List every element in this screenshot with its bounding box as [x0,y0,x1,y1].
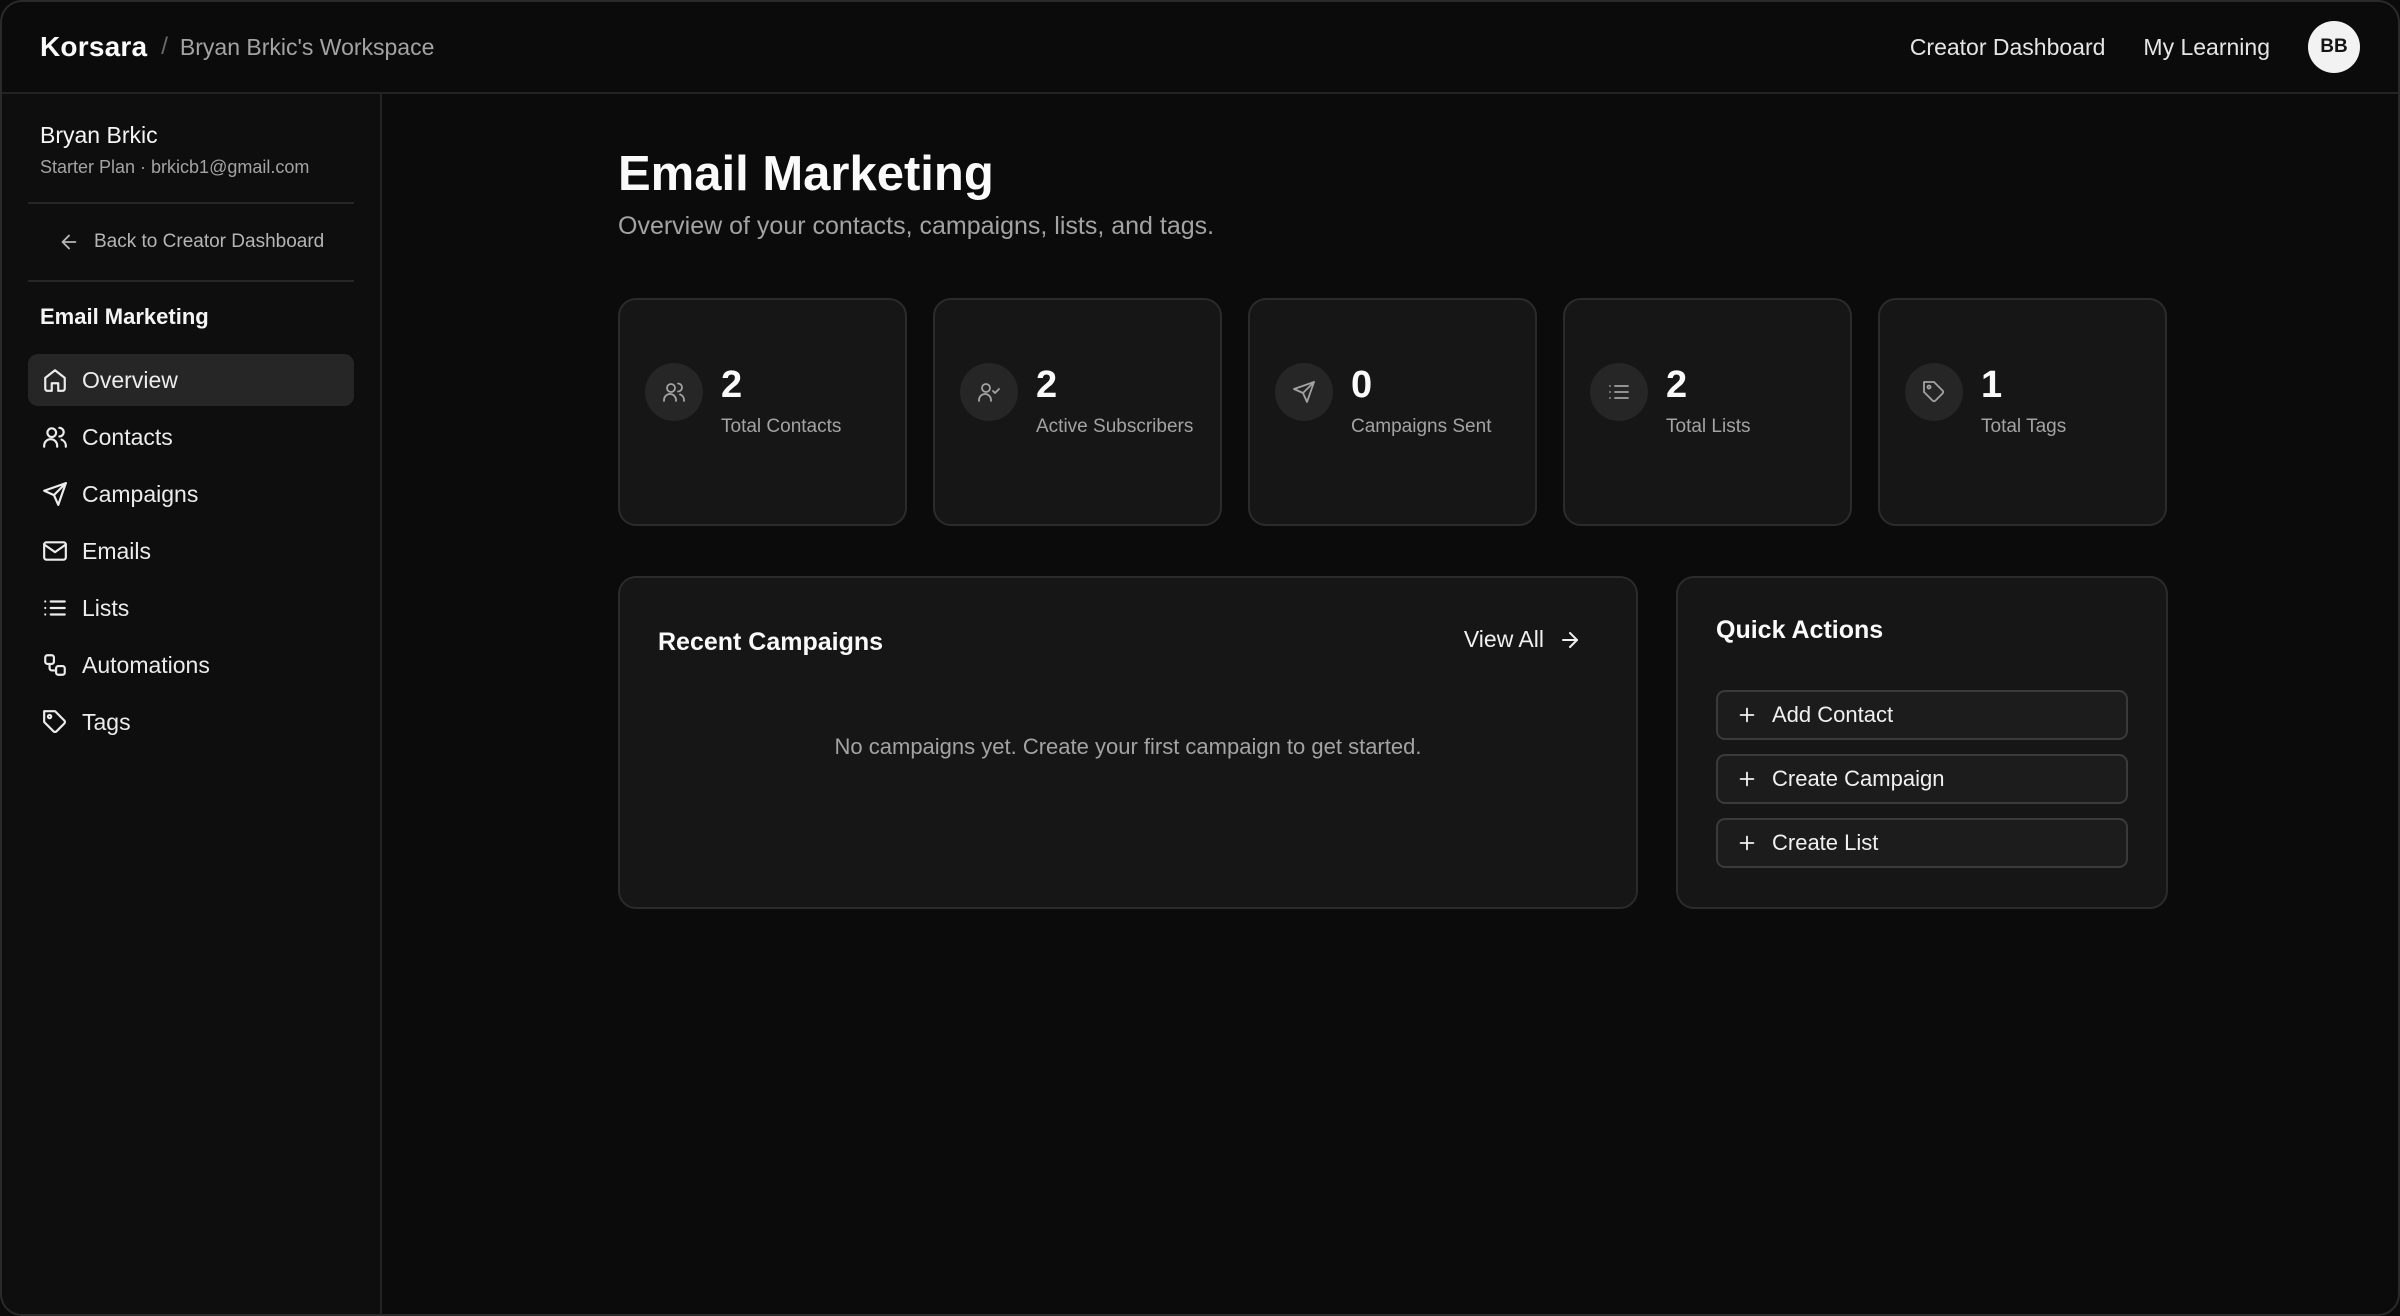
brand-logo[interactable]: Korsara [40,31,147,63]
sidebar-item-label: Overview [82,366,178,393]
stat-label: Total Tags [1981,416,2067,437]
sidebar-item-automations[interactable]: Automations [28,639,354,691]
sidebar-item-tags[interactable]: Tags [28,696,354,748]
arrow-right-icon [1562,631,1578,648]
sidebar-item-emails[interactable]: Emails [28,525,354,577]
stat-label: Total Contacts [721,416,842,437]
sidebar-item-campaigns[interactable]: Campaigns [28,468,354,520]
recent-campaigns-card: Recent Campaigns View All No campaigns y… [618,576,1638,909]
stat-card-active-subscribers: 2 Active Subscribers [933,298,1222,526]
send-icon [1275,363,1333,421]
top-bar: Korsara / Bryan Brkic's Workspace Creato… [2,2,2398,94]
main-content: Email Marketing Overview of your contact… [384,94,2398,1314]
users-icon [645,363,703,421]
sidebar-item-label: Automations [82,651,210,678]
user-plan-email: Starter Plan · brkicb1@gmail.com [40,157,310,177]
quick-actions-list: Add Contact Create Campaign Create List [1716,690,2128,882]
sidebar-item-label: Emails [82,537,152,564]
plus-icon [1739,707,1755,723]
stat-label: Campaigns Sent [1351,416,1492,437]
plus-icon [1739,835,1755,851]
quick-actions-title: Quick Actions [1716,616,1884,644]
add-contact-button[interactable]: Add Contact [1716,690,2128,740]
sidebar-item-overview[interactable]: Overview [28,354,354,406]
stat-value: 1 [1981,364,2003,406]
stat-card-total-tags: 1 Total Tags [1878,298,2167,526]
create-list-button[interactable]: Create List [1716,818,2128,868]
sidebar: Bryan Brkic Starter Plan · brkicb1@gmail… [2,94,382,1314]
home-icon [44,369,66,392]
quick-actions-card: Quick Actions Add Contact Create Campaig… [1676,576,2168,909]
button-label: Create List [1772,830,1879,855]
tag-icon [1905,363,1963,421]
back-link-label: Back to Creator Dashboard [94,231,325,252]
create-campaign-button[interactable]: Create Campaign [1716,754,2128,804]
button-label: Add Contact [1772,702,1894,727]
sidebar-item-lists[interactable]: Lists [28,582,354,634]
stats-row: 2 Total Contacts 2 Active Subscribers 0 … [618,298,2167,526]
recent-campaigns-title: Recent Campaigns [658,628,884,656]
tag-icon [43,710,66,733]
user-block: Bryan Brkic Starter Plan · brkicb1@gmail… [2,94,380,178]
app-window: Korsara / Bryan Brkic's Workspace Creato… [0,0,2400,1316]
workflow-icon [44,654,66,676]
view-all-button[interactable]: View All [1464,626,1582,653]
button-label: Create Campaign [1772,766,1945,791]
view-all-label: View All [1463,626,1544,652]
sidebar-item-label: Contacts [82,423,173,450]
stat-value: 2 [721,364,743,406]
back-to-dashboard-link[interactable]: Back to Creator Dashboard [2,204,380,280]
sidebar-item-label: Campaigns [82,480,199,507]
empty-state-message: No campaigns yet. Create your first camp… [834,734,1422,759]
avatar[interactable]: BB [2308,21,2360,73]
user-name: Bryan Brkic [40,122,158,148]
stat-value: 2 [1666,364,1688,406]
sidebar-nav: Overview Contacts Campaigns Emails Lists… [2,354,380,748]
page-title: Email Marketing [618,147,994,201]
list-icon [1590,363,1648,421]
stat-label: Total Lists [1666,416,1751,437]
stat-card-campaigns-sent: 0 Campaigns Sent [1248,298,1537,526]
sidebar-item-contacts[interactable]: Contacts [28,411,354,463]
breadcrumb-separator: / [161,33,168,60]
stat-card-total-lists: 2 Total Lists [1563,298,1852,526]
list-icon [44,600,66,616]
users-icon [43,426,67,448]
send-icon [43,482,67,506]
sidebar-section-title: Email Marketing [40,304,209,329]
my-learning-link[interactable]: My Learning [2143,34,2270,61]
arrow-left-icon [61,234,77,250]
sidebar-item-label: Lists [82,594,130,621]
user-check-icon [960,363,1018,421]
sidebar-item-label: Tags [82,708,131,735]
stat-card-total-contacts: 2 Total Contacts [618,298,907,526]
stat-value: 0 [1351,364,1373,406]
top-nav: Creator Dashboard My Learning BB [1910,21,2360,73]
page-subtitle: Overview of your contacts, campaigns, li… [618,212,1215,240]
plus-icon [1739,771,1755,787]
stat-value: 2 [1036,364,1058,406]
stat-label: Active Subscribers [1036,416,1194,437]
mail-icon [43,541,67,561]
workspace-name[interactable]: Bryan Brkic's Workspace [180,34,434,61]
creator-dashboard-link[interactable]: Creator Dashboard [1910,34,2106,61]
